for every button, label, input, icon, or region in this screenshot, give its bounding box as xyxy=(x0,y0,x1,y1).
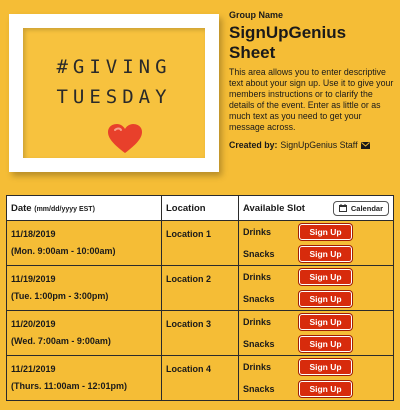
slot-item-name: Drinks xyxy=(243,272,272,282)
created-by-name: SignUpGenius Staff xyxy=(280,140,358,150)
slot-date: 11/19/2019 xyxy=(11,274,56,284)
date-cell: 11/20/2019 (Wed. 7:00am - 9:00am) xyxy=(6,310,162,356)
page-title: SignUpGenius Sheet xyxy=(229,23,347,62)
slot-time: (Wed. 7:00am - 9:00am) xyxy=(11,336,111,346)
calendar-button-label: Calendar xyxy=(350,203,383,213)
slot-row: Snacks Sign Up xyxy=(243,333,389,355)
calendar-button[interactable]: Calendar xyxy=(332,200,389,216)
col-header-date: Date (mm/dd/yyyy EST) xyxy=(6,195,162,221)
slot-cell: Drinks Sign Up Snacks Sign Up xyxy=(238,310,394,356)
signup-button[interactable]: Sign Up xyxy=(299,246,352,262)
slot-item-name: Drinks xyxy=(243,362,272,372)
heart-icon xyxy=(108,124,142,153)
group-name-label: Group Name xyxy=(229,10,284,20)
location-cell: Location 2 xyxy=(161,265,239,311)
slot-item-name: Drinks xyxy=(243,227,272,237)
slot-cell: Drinks Sign Up Snacks Sign Up xyxy=(238,265,394,311)
date-cell: 11/18/2019 (Mon. 9:00am - 10:00am) xyxy=(6,220,162,266)
slot-cell: Drinks Sign Up Snacks Sign Up xyxy=(238,220,394,266)
header-image: #GIVING TUESDAY xyxy=(9,14,219,172)
slot-time: (Tue. 1:00pm - 3:00pm) xyxy=(11,291,109,301)
slot-row: Drinks Sign Up xyxy=(243,221,389,243)
slot-row: Snacks Sign Up xyxy=(243,288,389,310)
signup-button[interactable]: Sign Up xyxy=(299,269,352,285)
date-cell: 11/19/2019 (Tue. 1:00pm - 3:00pm) xyxy=(6,265,162,311)
slot-row: Snacks Sign Up xyxy=(243,378,389,400)
image-text-line-1: #GIVING xyxy=(56,56,172,78)
slot-row: Drinks Sign Up xyxy=(243,311,389,333)
signup-button[interactable]: Sign Up xyxy=(299,336,352,352)
slot-row: Snacks Sign Up xyxy=(243,243,389,265)
date-cell: 11/21/2019 (Thurs. 11:00am - 12:01pm) xyxy=(6,355,162,401)
location-cell: Location 3 xyxy=(161,310,239,356)
location-cell: Location 1 xyxy=(161,220,239,266)
signup-button[interactable]: Sign Up xyxy=(299,224,352,240)
location-cell: Location 4 xyxy=(161,355,239,401)
slot-date: 11/20/2019 xyxy=(11,319,56,329)
calendar-icon xyxy=(338,204,347,212)
signup-button[interactable]: Sign Up xyxy=(299,359,352,375)
slot-date: 11/21/2019 xyxy=(11,364,56,374)
slot-item-name: Snacks xyxy=(243,249,275,259)
col-header-location: Location xyxy=(161,195,239,221)
slot-time: (Thurs. 11:00am - 12:01pm) xyxy=(11,381,128,391)
table-row: 11/21/2019 (Thurs. 11:00am - 12:01pm) Lo… xyxy=(6,355,394,401)
slot-cell: Drinks Sign Up Snacks Sign Up xyxy=(238,355,394,401)
sheet-description: This area allows you to enter descriptiv… xyxy=(229,67,394,132)
table-row: 11/18/2019 (Mon. 9:00am - 10:00am) Locat… xyxy=(6,220,394,266)
slot-item-name: Drinks xyxy=(243,317,272,327)
date-format-hint: (mm/dd/yyyy EST) xyxy=(34,205,95,213)
image-text-line-2: TUESDAY xyxy=(56,86,172,108)
slot-item-name: Snacks xyxy=(243,384,275,394)
slot-date: 11/18/2019 xyxy=(11,229,56,239)
slot-row: Drinks Sign Up xyxy=(243,356,389,378)
lightbox-sign: #GIVING TUESDAY xyxy=(23,28,205,158)
table-row: 11/20/2019 (Wed. 7:00am - 9:00am) Locati… xyxy=(6,310,394,356)
signup-button[interactable]: Sign Up xyxy=(299,291,352,307)
signup-button[interactable]: Sign Up xyxy=(299,314,352,330)
col-header-slot: Available Slot Calendar xyxy=(238,195,394,221)
table-row: 11/19/2019 (Tue. 1:00pm - 3:00pm) Locati… xyxy=(6,265,394,311)
created-by: Created by: SignUpGenius Staff xyxy=(229,140,370,150)
created-by-label: Created by: xyxy=(229,140,278,150)
slot-row: Drinks Sign Up xyxy=(243,266,389,288)
mail-icon[interactable] xyxy=(360,141,370,149)
signup-button[interactable]: Sign Up xyxy=(299,381,352,397)
slot-item-name: Snacks xyxy=(243,294,275,304)
signup-table: Date (mm/dd/yyyy EST) Location Available… xyxy=(6,195,394,401)
col-header-slot-label: Available Slot xyxy=(243,202,305,214)
slot-time: (Mon. 9:00am - 10:00am) xyxy=(11,246,116,256)
table-header-row: Date (mm/dd/yyyy EST) Location Available… xyxy=(6,195,394,221)
slot-item-name: Snacks xyxy=(243,339,275,349)
